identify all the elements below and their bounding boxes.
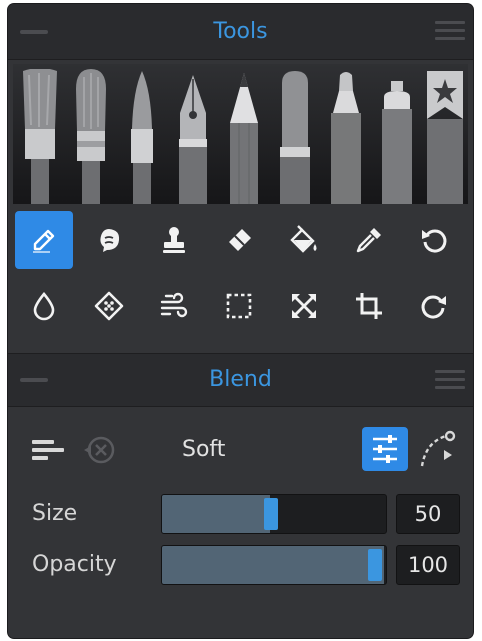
size-slider-knob[interactable] — [264, 498, 278, 530]
blend-title: Blend — [209, 367, 272, 392]
tools-blend-panel: Tools Blend Soft Size 50 Opacity 100 — [8, 4, 473, 638]
stamp-tool-icon[interactable] — [145, 211, 203, 269]
fill-tool-icon[interactable] — [275, 211, 333, 269]
opacity-slider[interactable] — [161, 545, 387, 585]
brush-presets — [13, 64, 468, 204]
opacity-value-field[interactable]: 100 — [396, 545, 460, 585]
filbert-brush-icon[interactable] — [68, 69, 114, 204]
felt-pen-icon[interactable] — [323, 69, 369, 204]
reset-blend-icon[interactable] — [82, 432, 118, 468]
eyedropper-tool-icon[interactable] — [340, 211, 398, 269]
blend-header: Blend — [8, 353, 473, 407]
eraser-tool-icon[interactable] — [210, 211, 268, 269]
blow-tool-icon[interactable] — [145, 277, 203, 335]
blend-mode-label[interactable]: Soft — [182, 430, 225, 470]
opacity-label: Opacity — [32, 552, 117, 577]
size-slider[interactable] — [161, 494, 387, 534]
flat-brush-icon[interactable] — [17, 69, 63, 204]
redo-icon[interactable] — [405, 277, 463, 335]
texture-tool-icon[interactable] — [80, 277, 138, 335]
opacity-slider-knob[interactable] — [368, 549, 382, 581]
tools-title: Tools — [213, 19, 268, 44]
water-drop-icon[interactable] — [15, 277, 73, 335]
pencil-icon[interactable] — [221, 69, 267, 204]
brush-tool-icon[interactable] — [15, 211, 73, 269]
round-brush-icon[interactable] — [119, 69, 165, 204]
sliders-icon — [373, 435, 397, 463]
tools-menu-icon[interactable] — [435, 21, 465, 43]
favorite-brush-icon[interactable] — [423, 69, 467, 204]
size-label: Size — [32, 501, 78, 526]
transform-tool-icon[interactable] — [275, 277, 333, 335]
spray-can-icon[interactable] — [374, 69, 420, 204]
fountain-pen-icon[interactable] — [170, 69, 216, 204]
blend-settings-button[interactable] — [362, 427, 408, 471]
crop-tool-icon[interactable] — [340, 277, 398, 335]
marker-icon[interactable] — [272, 69, 318, 204]
smudge-tool-icon[interactable] — [80, 211, 138, 269]
pressure-curve-icon[interactable] — [418, 428, 462, 470]
align-left-icon[interactable] — [32, 436, 68, 464]
blend-menu-icon[interactable] — [435, 370, 465, 392]
selection-tool-icon[interactable] — [210, 277, 268, 335]
tools-header: Tools — [8, 4, 473, 60]
size-slider-fill — [162, 495, 270, 533]
opacity-slider-fill — [162, 546, 384, 584]
undo-icon[interactable] — [405, 211, 463, 269]
size-value-field[interactable]: 50 — [396, 494, 460, 534]
